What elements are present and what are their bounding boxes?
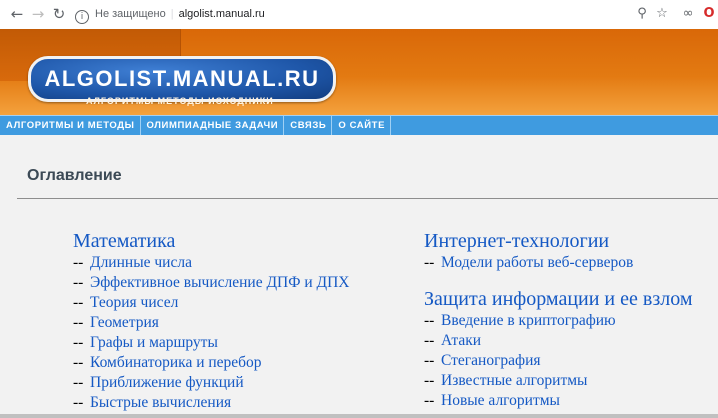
link-number-theory[interactable]: Теория чисел	[90, 294, 178, 311]
list-item: -- Длинные числа	[73, 254, 192, 271]
opera-icon[interactable]: O	[701, 6, 717, 22]
bookmark-star-icon[interactable]: ☆	[654, 6, 670, 22]
reload-icon[interactable]: ↻	[50, 5, 68, 23]
link-geometry[interactable]: Геометрия	[90, 314, 159, 331]
list-item: -- Графы и маршруты	[73, 334, 218, 351]
zoom-icon[interactable]: ⚲	[634, 6, 650, 22]
link-web-servers[interactable]: Модели работы веб-серверов	[441, 254, 633, 271]
extension-icon[interactable]: ∞	[680, 6, 696, 22]
url-text[interactable]: algolist.manual.ru	[179, 8, 265, 20]
title-divider	[17, 198, 718, 199]
link-steganography[interactable]: Стеганография	[441, 352, 541, 369]
list-item: -- Эффективное вычисление ДПФ и ДПХ	[73, 274, 350, 291]
forward-arrow-icon[interactable]: →	[29, 5, 47, 23]
menu-item-contact[interactable]: СВЯЗЬ	[284, 116, 333, 135]
address-bar[interactable]: i Не защищено | algolist.manual.ru	[75, 5, 680, 24]
left-column: Математика -- Длинные числа -- Эффективное…	[73, 229, 350, 413]
list-item: -- Стеганография	[424, 352, 541, 369]
list-item: -- Комбинаторика и перебор	[73, 354, 262, 371]
category-security[interactable]: Защита информации и ее взлом	[424, 287, 693, 311]
right-column: Интернет-технологии -- Модели работы веб-…	[424, 229, 693, 411]
link-new-algorithms[interactable]: Новые алгоритмы	[441, 392, 560, 409]
link-fast-computation[interactable]: Быстрые вычисления	[90, 394, 231, 411]
menu-item-algorithms[interactable]: АЛГОРИТМЫ И МЕТОДЫ	[0, 116, 141, 135]
list-item: -- Введение в криптографию	[424, 312, 616, 329]
list-item: -- Новые алгоритмы	[424, 392, 560, 409]
list-item: -- Приближение функций	[73, 374, 244, 391]
link-dft[interactable]: Эффективное вычисление ДПФ и ДПХ	[90, 274, 350, 291]
category-internet[interactable]: Интернет-технологии	[424, 229, 693, 253]
link-approximation[interactable]: Приближение функций	[90, 374, 244, 391]
list-item: -- Атаки	[424, 332, 482, 349]
main-menu: АЛГОРИТМЫ И МЕТОДЫ ОЛИМПИАДНЫЕ ЗАДАЧИ СВ…	[0, 115, 718, 136]
browser-toolbar: ← → ↻ i Не защищено | algolist.manual.ru ⚲ …	[0, 0, 718, 30]
list-item: -- Геометрия	[73, 314, 159, 331]
menu-item-about[interactable]: О САЙТЕ	[332, 116, 392, 135]
link-known-algorithms[interactable]: Известные алгоритмы	[441, 372, 587, 389]
list-item: -- Теория чисел	[73, 294, 179, 311]
category-math[interactable]: Математика	[73, 229, 350, 253]
list-item: -- Модели работы веб-серверов	[424, 254, 634, 271]
link-graphs[interactable]: Графы и маршруты	[90, 334, 218, 351]
menu-item-olympiad[interactable]: ОЛИМПИАДНЫЕ ЗАДАЧИ	[141, 116, 285, 135]
content-area: Оглавление Математика -- Длинные числа --…	[0, 135, 718, 418]
security-label: Не защищено	[95, 8, 166, 20]
link-attacks[interactable]: Атаки	[441, 332, 481, 349]
info-icon[interactable]: i	[75, 10, 89, 24]
site-tagline: АЛГОРИТМЫ МЕТОДЫ ИСХОДНИКИ	[86, 96, 274, 106]
address-separator: |	[170, 8, 174, 20]
back-arrow-icon[interactable]: ←	[8, 5, 26, 23]
link-long-numbers[interactable]: Длинные числа	[90, 254, 192, 271]
link-combinatorics[interactable]: Комбинаторика и перебор	[90, 354, 262, 371]
list-item: -- Быстрые вычисления	[73, 394, 232, 411]
link-crypto-intro[interactable]: Введение в криптографию	[441, 312, 616, 329]
horizontal-scrollbar[interactable]	[0, 414, 718, 418]
list-item: -- Известные алгоритмы	[424, 372, 588, 389]
page-title: Оглавление	[27, 167, 122, 184]
